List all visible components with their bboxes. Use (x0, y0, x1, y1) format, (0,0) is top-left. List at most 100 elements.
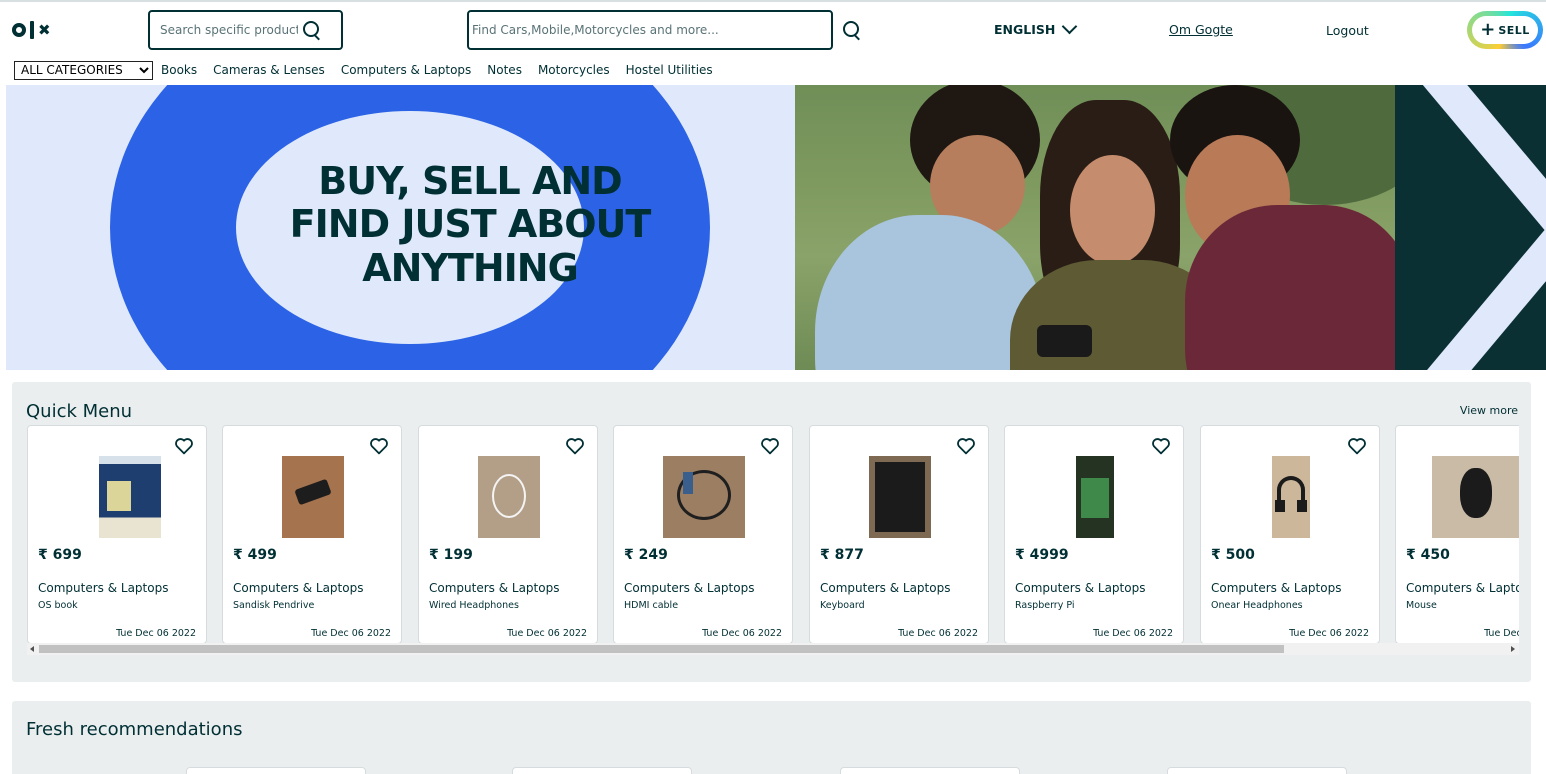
product-category: Computers & Laptops (1015, 581, 1146, 595)
product-price: ₹ 500 (1211, 547, 1255, 563)
language-selector[interactable]: ENGLISH (994, 18, 1078, 37)
product-image (1076, 456, 1114, 538)
quick-menu-title: Quick Menu (26, 401, 133, 422)
heart-icon[interactable] (369, 437, 389, 455)
product-category: Computers & Laptops (429, 581, 560, 595)
product-title: Sandisk Pendrive (233, 600, 315, 611)
fresh-recommendations-section: Fresh recommendations (12, 701, 1531, 774)
specific-product-search (148, 10, 343, 50)
headphone-wire (492, 474, 526, 518)
logo-letter-o (12, 23, 26, 37)
quick-menu-section: Quick Menu View more ₹ 699 Computers & L… (12, 382, 1531, 682)
banner-photo (795, 85, 1395, 370)
product-price: ₹ 877 (820, 547, 864, 563)
scroll-left-arrow-icon[interactable] (30, 646, 34, 652)
product-title: Raspberry Pi (1015, 600, 1075, 611)
main-search-input[interactable] (469, 12, 819, 48)
category-link-computers[interactable]: Computers & Laptops (341, 63, 471, 77)
recommendation-card[interactable] (1167, 767, 1347, 774)
book-label (107, 481, 131, 511)
mouse-shape (1460, 468, 1492, 518)
product-date: Tue Dec 06 2022 (702, 628, 782, 639)
product-title: Mouse (1406, 600, 1437, 611)
board-shape (1081, 478, 1109, 518)
recommendation-card[interactable] (840, 767, 1020, 774)
logo-letter-x: ✖ (38, 20, 51, 39)
heart-icon[interactable] (760, 437, 780, 455)
product-card[interactable]: ₹ 877 Computers & Laptops Keyboard Tue D… (809, 425, 989, 644)
banner-chevron-upper (1396, 85, 1546, 238)
heart-icon[interactable] (1151, 437, 1171, 455)
category-dropdown[interactable]: ALL CATEGORIES (14, 60, 153, 80)
scrollbar-thumb[interactable] (39, 645, 1284, 653)
plus-icon: + (1480, 19, 1496, 40)
product-title: Wired Headphones (429, 600, 519, 611)
recommendation-card[interactable] (512, 767, 692, 774)
product-price: ₹ 499 (233, 547, 277, 563)
sell-label: SELL (1498, 23, 1530, 37)
product-card[interactable]: ₹ 199 Computers & Laptops Wired Headphon… (418, 425, 598, 644)
product-date: Tue Dec 06 2022 (507, 628, 587, 639)
product-category: Computers & Laptops (233, 581, 364, 595)
heart-icon[interactable] (956, 437, 976, 455)
quick-menu-carousel[interactable]: ₹ 699 Computers & Laptops OS book Tue De… (27, 425, 1519, 644)
user-profile-link[interactable]: Om Gogte (1169, 22, 1233, 37)
product-category: Computers & Laptops (624, 581, 755, 595)
language-label: ENGLISH (994, 22, 1056, 37)
product-category: Computers & Laptops (1211, 581, 1342, 595)
hero-banner[interactable]: BUY, SELL AND FIND JUST ABOUT ANYTHING (0, 85, 1546, 370)
product-image (99, 456, 161, 538)
olx-logo[interactable]: ✖ (12, 18, 51, 42)
recommendation-card[interactable] (186, 767, 366, 774)
product-image (478, 456, 540, 538)
product-date: Tue Dec 06 2022 (1484, 628, 1519, 639)
product-price: ₹ 450 (1406, 547, 1450, 563)
category-bar: ALL CATEGORIES Books Cameras & Lenses Co… (0, 56, 1546, 84)
logout-link[interactable]: Logout (1326, 23, 1369, 38)
category-link-motorcycles[interactable]: Motorcycles (538, 63, 610, 77)
product-title: Onear Headphones (1211, 600, 1303, 611)
product-price: ₹ 699 (38, 547, 82, 563)
product-card[interactable]: ₹ 4999 Computers & Laptops Raspberry Pi … (1004, 425, 1184, 644)
product-card[interactable]: ₹ 500 Computers & Laptops Onear Headphon… (1200, 425, 1380, 644)
category-link-books[interactable]: Books (161, 63, 197, 77)
search-icon[interactable] (842, 20, 862, 40)
heart-icon[interactable] (174, 437, 194, 455)
product-image (1432, 456, 1519, 538)
carousel-scrollbar[interactable] (27, 643, 1519, 655)
product-title: Keyboard (820, 600, 865, 611)
banner-headline: BUY, SELL AND FIND JUST ABOUT ANYTHING (289, 159, 652, 290)
scroll-right-arrow-icon[interactable] (1511, 646, 1515, 652)
category-link-notes[interactable]: Notes (487, 63, 522, 77)
product-card[interactable]: ₹ 699 Computers & Laptops OS book Tue De… (27, 425, 207, 644)
product-title: OS book (38, 600, 78, 611)
banner-edge (0, 85, 6, 370)
view-more-link[interactable]: View more (1460, 404, 1518, 417)
heart-icon[interactable] (1347, 437, 1367, 455)
fresh-recommendations-title: Fresh recommendations (26, 719, 243, 740)
product-card[interactable]: ₹ 249 Computers & Laptops HDMI cable Tue… (613, 425, 793, 644)
category-link-cameras[interactable]: Cameras & Lenses (213, 63, 325, 77)
category-link-hostel-utilities[interactable]: Hostel Utilities (626, 63, 713, 77)
pendrive-shape (294, 478, 332, 506)
product-category: Computers & Laptops (1406, 581, 1519, 595)
product-date: Tue Dec 06 2022 (116, 628, 196, 639)
search-icon[interactable] (302, 20, 322, 40)
product-image (663, 456, 745, 538)
product-date: Tue Dec 06 2022 (898, 628, 978, 639)
banner-graphic: BUY, SELL AND FIND JUST ABOUT ANYTHING (0, 85, 795, 370)
photo-phone (1037, 325, 1092, 357)
product-price: ₹ 249 (624, 547, 668, 563)
product-image (282, 456, 344, 538)
product-category: Computers & Laptops (38, 581, 169, 595)
heart-icon[interactable] (565, 437, 585, 455)
keyboard-shape (875, 462, 925, 532)
sell-button[interactable]: + SELL (1467, 11, 1543, 49)
chevron-down-icon (1062, 18, 1078, 35)
specific-product-search-input[interactable] (150, 12, 298, 48)
product-card[interactable]: ₹ 450 Computers & Laptops Mouse Tue Dec … (1395, 425, 1519, 644)
cable-plug (683, 472, 693, 494)
product-card[interactable]: ₹ 499 Computers & Laptops Sandisk Pendri… (222, 425, 402, 644)
product-date: Tue Dec 06 2022 (311, 628, 391, 639)
sell-button-content: + SELL (1467, 11, 1543, 49)
